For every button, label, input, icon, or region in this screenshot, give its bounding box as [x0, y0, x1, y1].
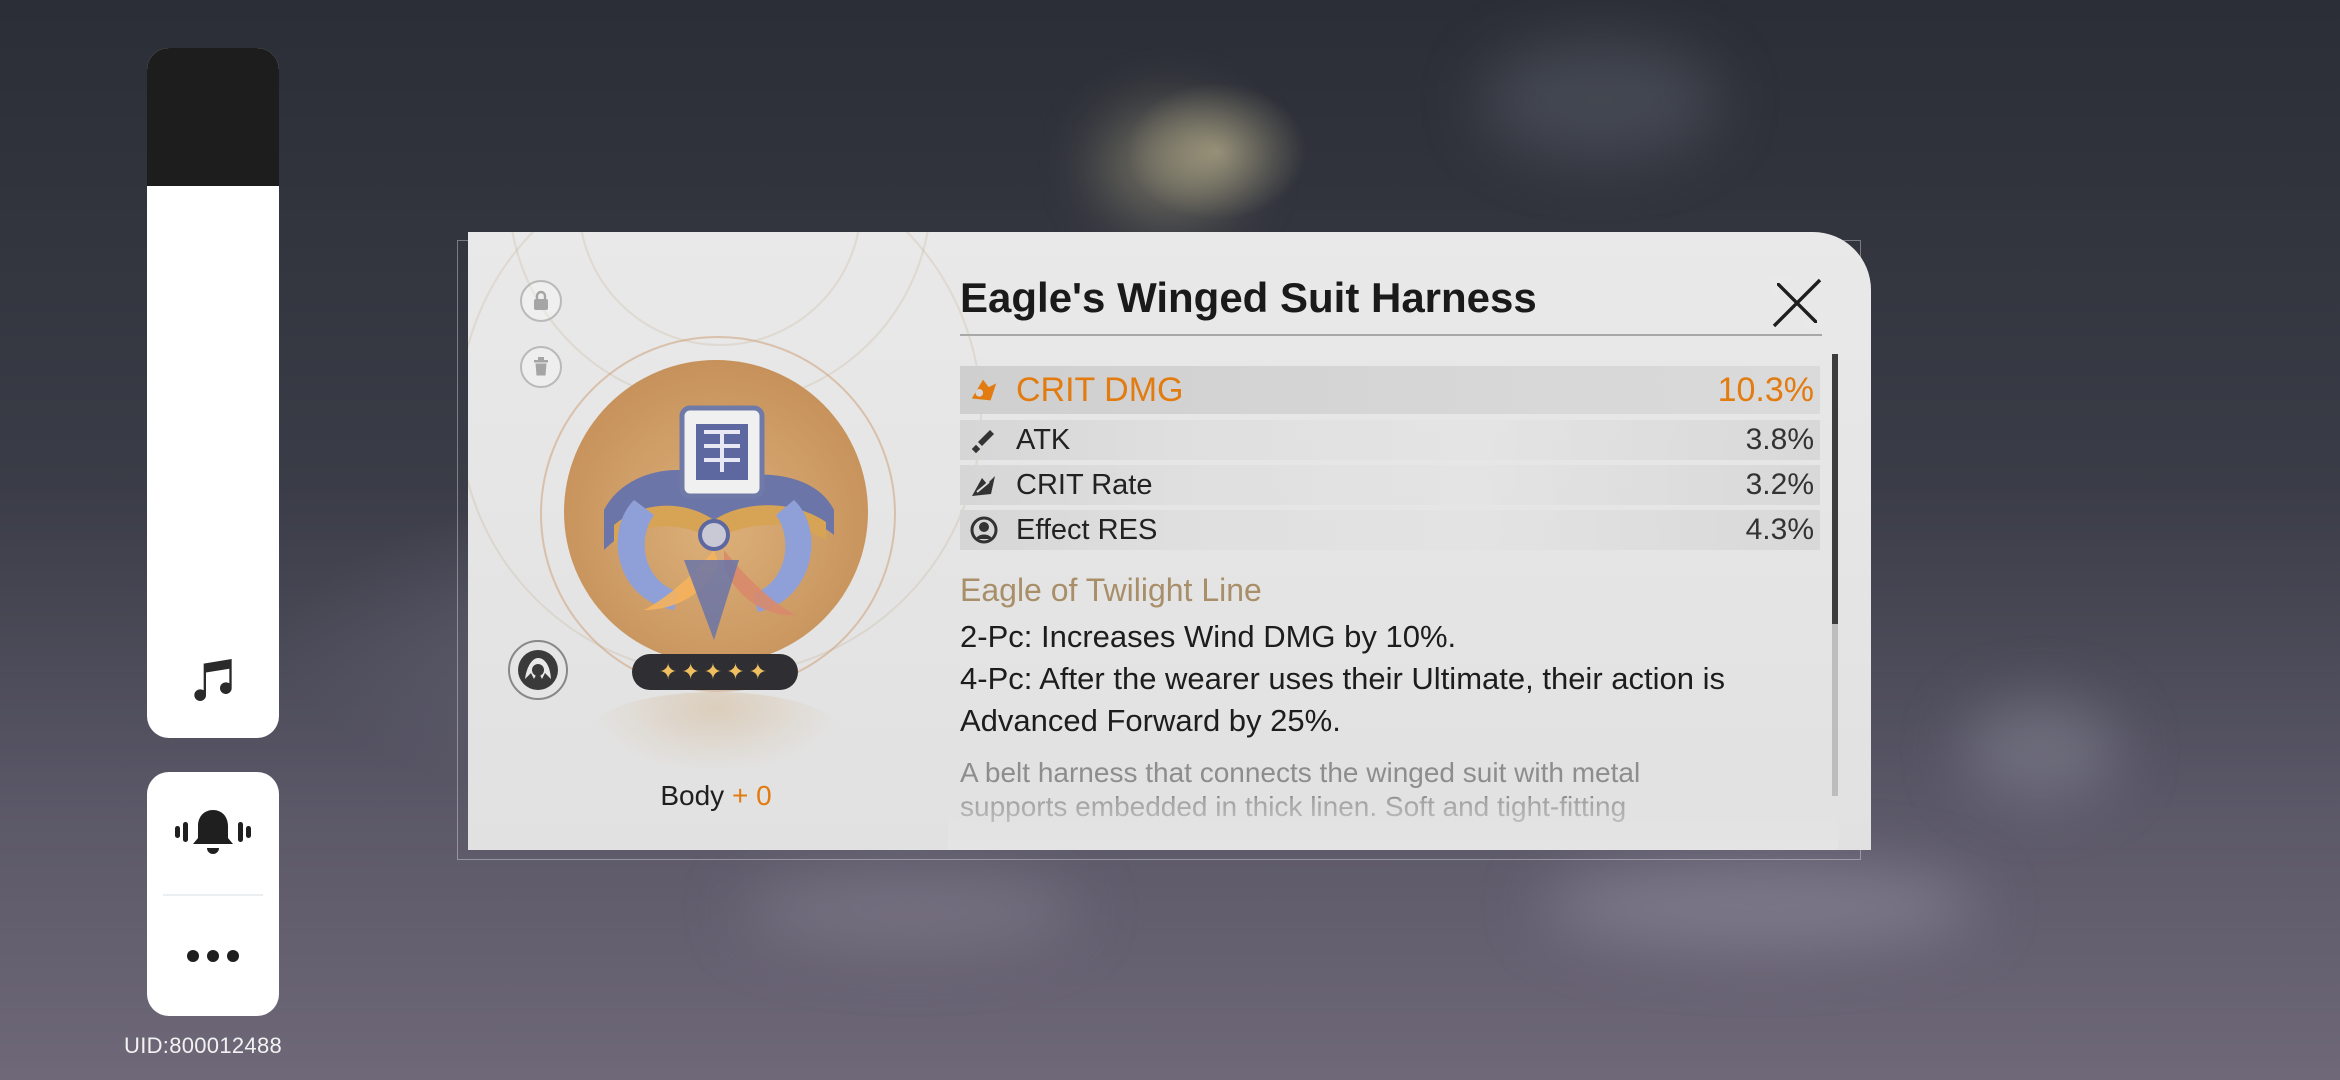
sub-stat-name: CRIT Rate	[1016, 468, 1153, 501]
lock-button[interactable]	[520, 280, 562, 322]
rarity-stars: ✦✦✦✦✦	[632, 654, 798, 690]
background-shape	[1960, 700, 2120, 800]
equipped-character-button[interactable]	[508, 640, 568, 700]
harness-illustration	[604, 405, 834, 640]
trash-icon	[534, 357, 548, 376]
relic-pedestal	[590, 692, 840, 772]
sub-stat-row: Effect RES 4.3%	[960, 510, 1820, 550]
set-name: Eagle of Twilight Line	[960, 572, 1262, 608]
more-dots-icon	[187, 950, 239, 962]
slot-level-label: Body + 0	[548, 780, 884, 812]
slot-name: Body	[660, 780, 725, 811]
lore-fade-overlay	[948, 798, 1838, 850]
background-shape	[740, 870, 1080, 950]
sub-stat-value: 3.2%	[1745, 468, 1814, 501]
music-button[interactable]	[147, 640, 279, 720]
discard-button[interactable]	[520, 346, 562, 388]
main-stat-row: CRIT DMG 10.3%	[960, 366, 1820, 414]
background-light	[1100, 110, 1240, 220]
bell-ringing-icon	[175, 810, 251, 854]
sub-stat-row: CRIT Rate 3.2%	[960, 465, 1820, 505]
volume-slider-empty	[147, 48, 279, 186]
set-effect-4pc-line1: 4-Pc: After the wearer uses their Ultima…	[960, 661, 1725, 696]
relic-image	[564, 360, 868, 664]
set-effect-2pc: 2-Pc: Increases Wind DMG by 10%.	[960, 619, 1457, 654]
scrollbar-thumb[interactable]	[1832, 354, 1838, 624]
ring-mode-button[interactable]	[147, 772, 279, 892]
relic-level: + 0	[731, 780, 772, 811]
sub-stat-name: ATK	[1016, 423, 1071, 456]
relic-title: Eagle's Winged Suit Harness	[960, 274, 1537, 321]
lore-line: A belt harness that connects the winged …	[960, 757, 1641, 788]
background-shape	[1480, 40, 1720, 160]
set-effect-4pc-line2: Advanced Forward by 25%.	[960, 703, 1341, 738]
crit-dmg-icon	[968, 374, 1000, 406]
main-stat-value: 10.3%	[1717, 370, 1814, 409]
music-note-icon	[194, 659, 232, 701]
notification-panel	[147, 772, 279, 1016]
character-portrait-icon	[518, 650, 558, 690]
volume-slider[interactable]	[147, 48, 279, 738]
sub-stat-value: 3.8%	[1745, 423, 1814, 456]
sub-stat-row: ATK 3.8%	[960, 420, 1820, 460]
close-button[interactable]	[1768, 274, 1826, 332]
title-divider	[960, 334, 1822, 336]
lock-icon	[534, 290, 548, 310]
sub-stat-value: 4.3%	[1745, 513, 1814, 546]
relic-detail-panel: ✦✦✦✦✦ Body + 0 Eagle's Winged Suit Harne…	[468, 232, 1871, 850]
more-button[interactable]	[147, 896, 279, 1016]
sub-stat-name: Effect RES	[1016, 513, 1158, 546]
close-icon	[1771, 277, 1823, 329]
main-stat-name: CRIT DMG	[1016, 370, 1184, 409]
background-shape	[1540, 860, 1980, 950]
crit-rate-icon	[968, 469, 1000, 501]
effect-res-icon	[968, 514, 1000, 546]
uid-label: UID:800012488	[124, 1033, 283, 1058]
atk-icon	[968, 424, 1000, 456]
